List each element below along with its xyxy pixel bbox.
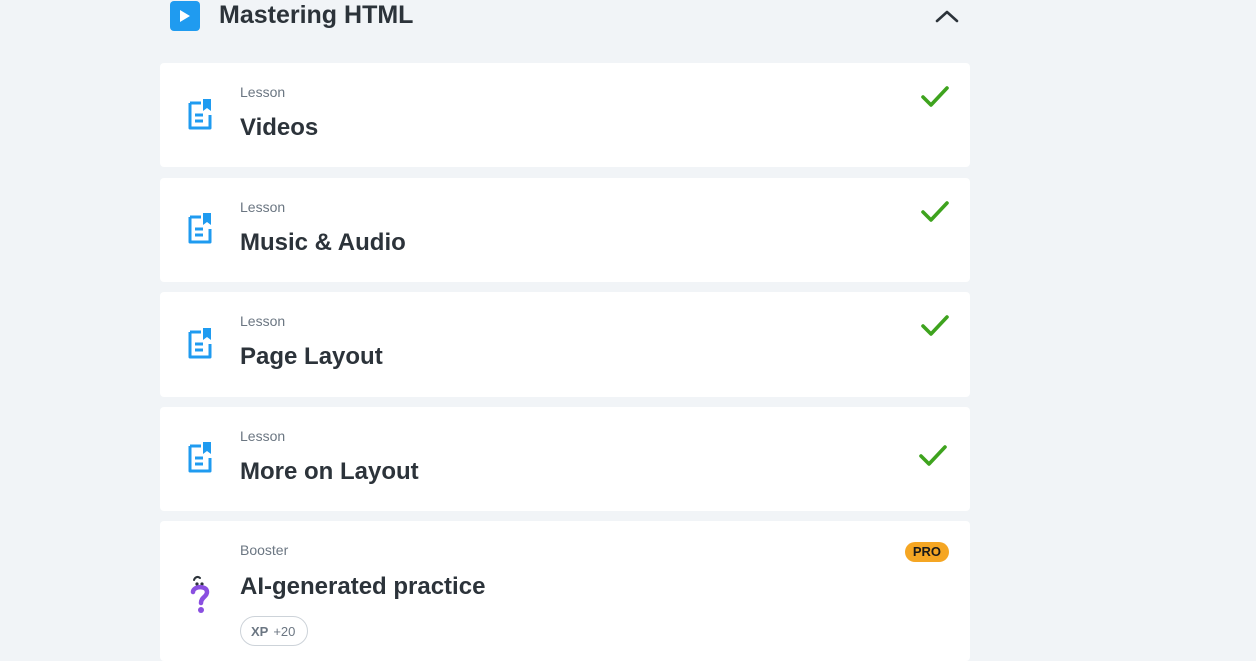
- lesson-card-music-audio[interactable]: Lesson Music & Audio: [160, 178, 970, 282]
- lesson-kind: Lesson: [240, 428, 286, 444]
- lesson-title: More on Layout: [240, 458, 419, 485]
- check-icon: [919, 445, 947, 466]
- lesson-document-icon: [188, 99, 212, 130]
- lesson-card-videos[interactable]: Lesson Videos: [160, 63, 970, 167]
- module-title: Mastering HTML: [219, 1, 414, 29]
- lesson-document-icon: [188, 328, 212, 359]
- lesson-kind: Lesson: [240, 313, 286, 329]
- lesson-document-icon: [188, 213, 212, 244]
- lesson-title: Page Layout: [240, 343, 383, 370]
- chevron-up-icon: [935, 10, 959, 23]
- play-icon: [170, 1, 200, 31]
- lesson-title: Videos: [240, 114, 319, 141]
- xp-value: +20: [273, 623, 296, 639]
- collapse-button[interactable]: [932, 2, 962, 30]
- check-icon: [921, 315, 949, 336]
- lesson-card-page-layout[interactable]: Lesson Page Layout: [160, 292, 970, 397]
- booster-title: AI-generated practice: [240, 573, 486, 600]
- check-icon: [921, 86, 949, 107]
- lesson-title: Music & Audio: [240, 229, 406, 256]
- lesson-card-more-on-layout[interactable]: Lesson More on Layout: [160, 407, 970, 511]
- module-header[interactable]: Mastering HTML: [170, 0, 960, 32]
- check-icon: [921, 201, 949, 222]
- lesson-kind: Lesson: [240, 84, 286, 100]
- booster-kind: Booster: [240, 542, 289, 558]
- booster-card-ai-practice[interactable]: Booster AI-generated practice PRO XP +20: [160, 521, 970, 661]
- xp-label: XP: [251, 623, 269, 639]
- question-mark-icon: [190, 575, 210, 613]
- pro-badge: PRO: [904, 542, 949, 562]
- xp-reward-pill: XP +20: [240, 616, 309, 646]
- lesson-document-icon: [188, 442, 212, 473]
- lesson-kind: Lesson: [240, 199, 286, 215]
